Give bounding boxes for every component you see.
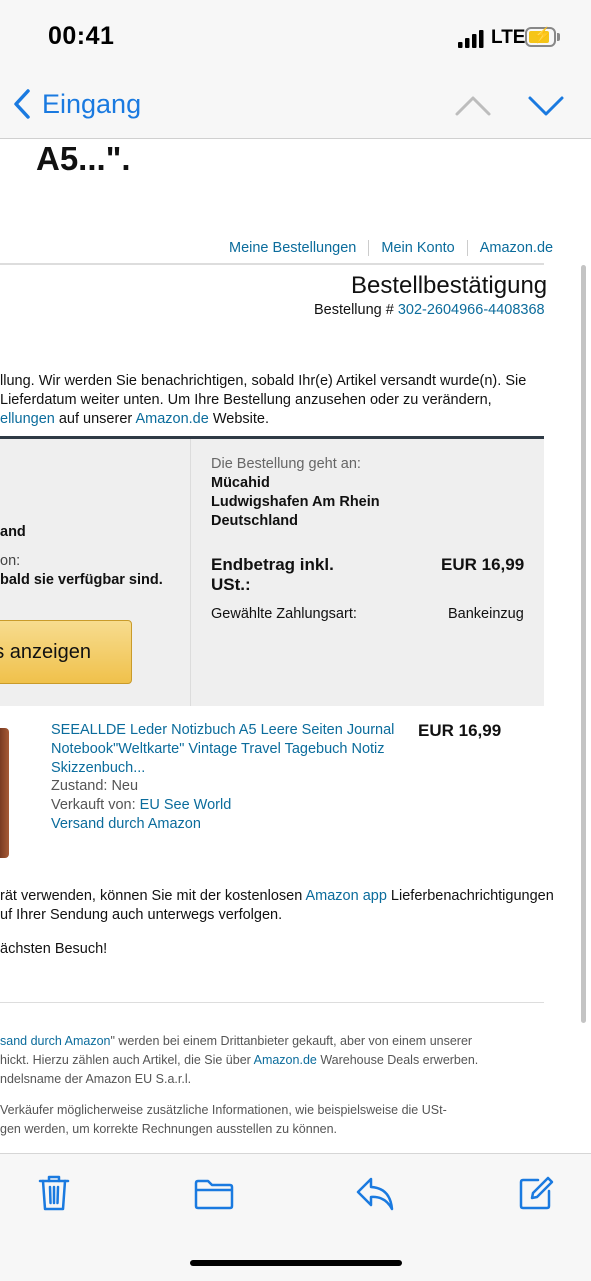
product-image[interactable] bbox=[0, 728, 9, 858]
my-orders-link[interactable]: Meine Bestellungen bbox=[229, 240, 356, 256]
product-price: EUR 16,99 bbox=[418, 721, 502, 740]
network-label: LTE bbox=[491, 27, 526, 48]
view-order-button-label: s anzeigen bbox=[0, 640, 91, 663]
order-prefix: Bestellung # bbox=[314, 302, 394, 318]
ship-to-label: Die Bestellung geht an: bbox=[211, 456, 361, 472]
trash-icon[interactable] bbox=[38, 1174, 70, 1212]
product-seller: Verkauft von: EU See World bbox=[51, 797, 231, 813]
ship-to-name: Mücahid bbox=[211, 475, 270, 491]
order-number-link[interactable]: 302-2604966-4408368 bbox=[398, 302, 545, 318]
link-separator bbox=[466, 240, 468, 256]
back-button[interactable]: Eingang bbox=[12, 88, 141, 120]
intro-paragraph: llung. Wir werden Sie benachrichtigen, s… bbox=[0, 372, 544, 429]
delivery-text: and bbox=[0, 524, 26, 540]
app-note-text: Lieferbenachrichtigungen bbox=[386, 888, 554, 904]
home-indicator[interactable] bbox=[190, 1260, 402, 1266]
intro-text: auf unserer bbox=[54, 411, 136, 427]
footer-text: hickt. Hierzu zählen auch Artikel, die S… bbox=[0, 1053, 254, 1067]
confirmation-title: Bestellbestätigung bbox=[351, 272, 548, 299]
ship-to-city: Ludwigshafen Am Rhein bbox=[211, 494, 380, 510]
scrollbar[interactable] bbox=[581, 265, 586, 1023]
footer-text: " werden bei einem Drittanbieter gekauft… bbox=[110, 1034, 473, 1048]
chevron-left-icon bbox=[14, 89, 30, 119]
app-note-text: rät verwenden, können Sie mit der kosten… bbox=[0, 888, 306, 904]
footer-line: ndelsname der Amazon EU S.a.r.l. bbox=[0, 1072, 192, 1086]
seller-link[interactable]: EU See World bbox=[140, 797, 232, 813]
footer-line: sand durch Amazon" werden bei einem Drit… bbox=[0, 1032, 560, 1051]
footer-paragraph-1: sand durch Amazon" werden bei einem Drit… bbox=[0, 1032, 560, 1089]
ship-to-country: Deutschland bbox=[211, 513, 299, 529]
footer-paragraph-2: Verkäufer möglicherweise zusätzliche Inf… bbox=[0, 1101, 560, 1139]
footer-line: hickt. Hierzu zählen auch Artikel, die S… bbox=[0, 1051, 560, 1070]
total-value: EUR 16,99 bbox=[441, 555, 525, 574]
total-label: Endbetrag inkl. USt.: bbox=[211, 555, 334, 594]
closing-text: ächsten Besuch! bbox=[0, 941, 108, 957]
orders-link[interactable]: ellungen bbox=[0, 411, 55, 427]
email-subject: A5...". bbox=[36, 140, 131, 177]
footer-line: Verkäufer möglicherweise zusätzliche Inf… bbox=[0, 1103, 447, 1117]
intro-line: llung. Wir werden Sie benachrichtigen, s… bbox=[0, 373, 527, 389]
payment-label: Gewählte Zahlungsart: bbox=[211, 606, 357, 622]
shipping-link[interactable]: Versand durch Amazon bbox=[51, 816, 201, 832]
divider bbox=[0, 1002, 544, 1003]
footer-line: gen werden, um korrekte Rechnungen ausst… bbox=[0, 1122, 338, 1136]
header-links: Meine Bestellungen Mein Konto Amazon.de bbox=[229, 240, 553, 256]
seller-label: Verkauft von: bbox=[51, 797, 140, 813]
link-separator bbox=[368, 240, 370, 256]
delivery-note: bald sie verfügbar sind. bbox=[0, 572, 163, 588]
product-title-link[interactable]: SEEALLDE Leder Notizbuch A5 Leere Seiten… bbox=[51, 721, 401, 778]
footer-text: Warehouse Deals erwerben. bbox=[316, 1053, 479, 1067]
back-label: Eingang bbox=[42, 88, 142, 119]
my-account-link[interactable]: Mein Konto bbox=[381, 240, 454, 256]
app-note-line: uf Ihrer Sendung auch unterwegs verfolge… bbox=[0, 907, 283, 923]
chevron-up-icon[interactable] bbox=[454, 88, 492, 122]
battery-nub bbox=[557, 33, 560, 41]
folder-icon[interactable] bbox=[194, 1178, 234, 1210]
fulfilled-by-amazon-link[interactable]: sand durch Amazon bbox=[0, 1034, 111, 1048]
amazon-site-link[interactable]: Amazon.de bbox=[480, 240, 553, 256]
compose-icon[interactable] bbox=[518, 1175, 554, 1211]
amazon-app-link[interactable]: Amazon app bbox=[305, 888, 386, 904]
amazon-link[interactable]: Amazon.de bbox=[135, 411, 208, 427]
intro-line: ellungen auf unserer Amazon.de Website. bbox=[0, 410, 544, 429]
battery-charging-icon: ⚡ bbox=[525, 27, 556, 47]
payment-value: Bankeinzug bbox=[448, 606, 524, 622]
column-divider bbox=[190, 439, 191, 706]
amazon-footer-link[interactable]: Amazon.de bbox=[254, 1053, 317, 1067]
product-condition: Zustand: Neu bbox=[51, 778, 139, 794]
intro-text: Website. bbox=[208, 411, 269, 427]
status-time: 00:41 bbox=[48, 22, 115, 50]
view-order-button[interactable]: s anzeigen bbox=[0, 620, 132, 684]
app-note: rät verwenden, können Sie mit der kosten… bbox=[0, 887, 560, 925]
reply-icon[interactable] bbox=[355, 1176, 395, 1212]
signal-icon bbox=[458, 30, 484, 48]
order-number-line: Bestellung # 302-2604966-4408368 bbox=[314, 302, 545, 318]
divider bbox=[0, 263, 544, 265]
app-note-line: rät verwenden, können Sie mit der kosten… bbox=[0, 887, 560, 906]
chevron-down-icon[interactable] bbox=[527, 88, 565, 122]
delivery-label: on: bbox=[0, 553, 21, 569]
intro-line: Lieferdatum weiter unten. Um Ihre Bestel… bbox=[0, 392, 492, 408]
